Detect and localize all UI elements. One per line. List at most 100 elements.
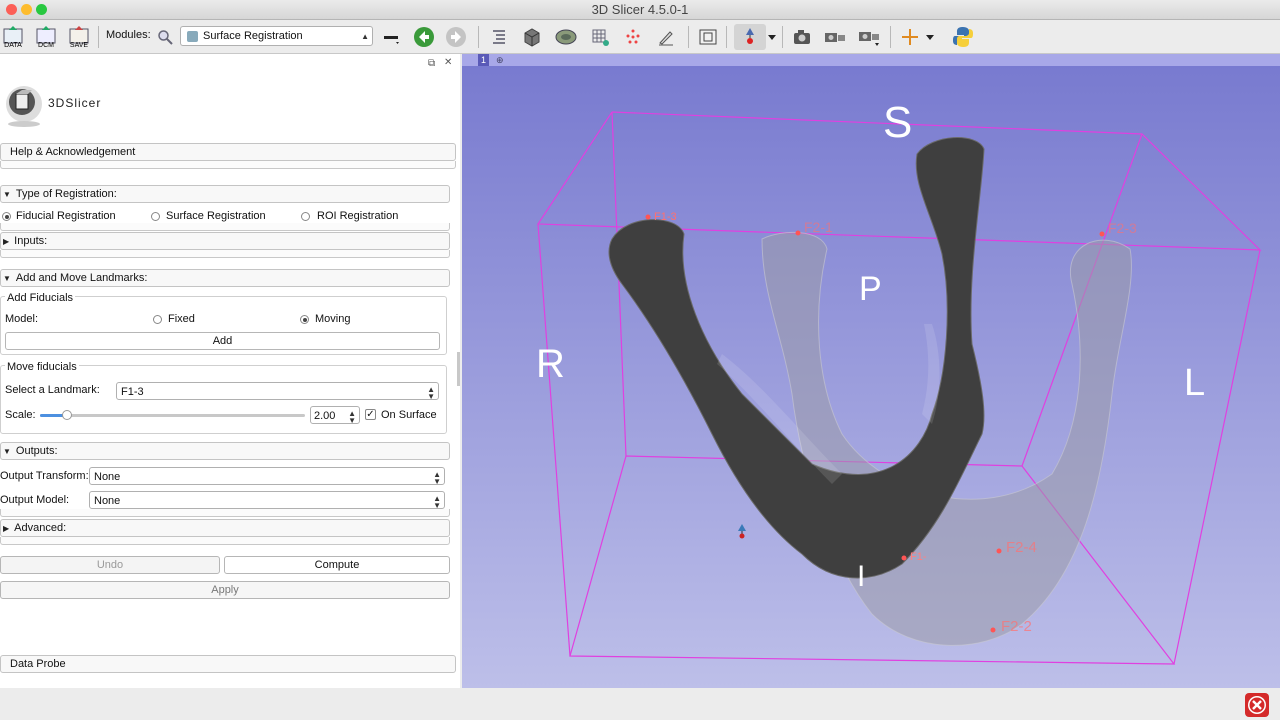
close-window-button[interactable] [6,4,17,15]
3d-view[interactable]: 1 ⊕ F1-3 F2-1 F2-3 F1- F2-4 F2-2 S P R L… [462,54,1280,688]
scale-slider-track[interactable] [40,410,305,420]
crosshair-dropdown[interactable] [924,24,936,50]
fiducial-point[interactable] [996,548,1002,554]
fiducial-point[interactable] [645,214,651,220]
fiducial-label-f1: F1- [910,551,927,563]
status-bar [0,688,1280,720]
orientation-marker-icon [738,524,746,539]
add-fiducial-button[interactable]: Add [5,332,440,350]
module-selector[interactable]: Surface Registration ▲ [180,26,373,46]
load-dicom-button[interactable]: DCM [34,24,58,50]
scene-views-button[interactable] [822,24,848,50]
fiducial-registration-label: Fiducial Registration [16,210,116,222]
data-probe-label: Data Probe [10,658,66,670]
back-arrow-icon [414,27,434,47]
surface-registration-radio[interactable] [151,212,160,221]
data-probe-section-header[interactable]: Data Probe [0,655,456,673]
fixed-model-radio[interactable] [153,315,162,324]
fiducial-point[interactable] [901,555,907,561]
models-module-button[interactable] [553,24,579,50]
add-fiducials-title: Add Fiducials [5,292,76,304]
landmarks-section-header[interactable]: ▼ Add and Move Landmarks: [0,269,450,287]
collapsed-triangle-icon: ▶ [3,524,10,533]
output-transform-selector[interactable]: None ▲ ▼ [89,467,445,486]
fiducial-label-f2-2: F2-2 [1001,618,1032,635]
on-surface-checkbox[interactable]: ✓ [365,409,376,420]
orientation-left: L [1184,362,1206,404]
type-of-registration-header[interactable]: ▼ Type of Registration: [0,185,450,203]
select-landmark-label: Select a Landmark: [5,384,100,396]
type-of-registration-label: Type of Registration: [15,188,117,200]
close-panel-icon[interactable]: ✕ [444,57,452,68]
minimize-window-button[interactable] [21,4,32,15]
layout-icon [699,29,717,45]
inputs-section-header[interactable]: ▶ Inputs: [0,232,450,250]
load-data-button[interactable]: DATA [2,24,24,50]
forward-button[interactable] [444,24,468,50]
scale-slider-handle[interactable] [62,410,72,420]
undock-icon[interactable]: ⧉ [428,58,435,69]
advanced-section-header[interactable]: ▶ Advanced: [0,519,450,537]
scene-snapshot-button[interactable] [856,24,882,50]
data-module-button[interactable] [488,24,510,50]
fiducial-point[interactable] [795,230,801,236]
svg-text:DCM: DCM [38,42,54,49]
save-button[interactable]: SAVE [67,24,91,50]
landmark-selector[interactable]: F1-3 ▲ ▼ [116,382,439,401]
camera-icon [794,30,810,44]
updown-arrows-icon: ▲ ▼ [433,470,441,486]
fiducial-label-f2-3: F2-3 [1108,220,1137,236]
moving-model-label: Moving [315,313,351,325]
fiducial-mode-dropdown[interactable] [766,24,778,50]
output-model-selector[interactable]: None ▲ ▼ [89,491,445,510]
place-fiducial-button[interactable] [734,24,766,50]
help-section-label: Help & Acknowledgement [10,146,136,158]
output-transform-value: None [94,471,121,483]
crosshair-icon [902,29,918,45]
output-transform-label: Output Transform: [0,470,89,482]
crosshair-button[interactable] [898,24,922,50]
roi-registration-radio[interactable] [301,212,310,221]
volume-cube-icon [524,28,540,47]
module-history-button[interactable] [381,24,401,50]
fiducial-label-f2-4: F2-4 [1006,539,1037,556]
modules-label: Modules: [106,29,151,41]
forward-arrow-icon [446,27,466,47]
volumes-module-button[interactable] [520,24,544,50]
advanced-section-label: Advanced: [14,522,67,534]
apply-button[interactable]: Apply [0,581,450,599]
scale-spinbox[interactable]: 2.00 ▲ ▼ [310,406,360,425]
error-log-button[interactable] [1245,693,1269,717]
transform-grid-icon [592,29,609,46]
spin-arrows-icon: ▲ ▼ [348,409,356,425]
fiducial-point[interactable] [1099,231,1105,237]
compute-button[interactable]: Compute [224,556,450,574]
error-icon [1248,696,1266,714]
landmark-selector-value: F1-3 [121,386,144,398]
undo-button[interactable]: Undo [0,556,220,574]
fiducial-registration-radio[interactable] [2,212,11,221]
python-icon [953,27,973,47]
scene-camera-icon [825,33,845,42]
python-console-button[interactable] [950,24,976,50]
moving-model-radio[interactable] [300,315,309,324]
data-tree-icon [493,30,505,44]
title-bar: 3D Slicer 4.5.0-1 [0,0,1280,20]
outputs-section-header[interactable]: ▼ Outputs: [0,442,450,460]
back-button[interactable] [412,24,436,50]
layout-button[interactable] [696,24,720,50]
zoom-window-button[interactable] [36,4,47,15]
module-search-button[interactable] [154,24,176,50]
markups-module-button[interactable] [622,24,644,50]
output-model-label: Output Model: [0,494,70,506]
screenshot-button[interactable] [790,24,814,50]
editor-module-button[interactable] [655,24,677,50]
dicom-icon: DCM [36,26,56,49]
orientation-right: R [536,342,565,386]
slicer-logo-text: 3DSlicer [48,96,102,110]
help-section-header[interactable]: Help & Acknowledgement [0,143,456,161]
main-toolbar: DATA DCM SAVE Modules: Surface Registrat… [0,20,1280,54]
transforms-module-button[interactable] [588,24,612,50]
panel-splitter[interactable] [457,352,460,386]
fiducial-point[interactable] [990,627,996,633]
